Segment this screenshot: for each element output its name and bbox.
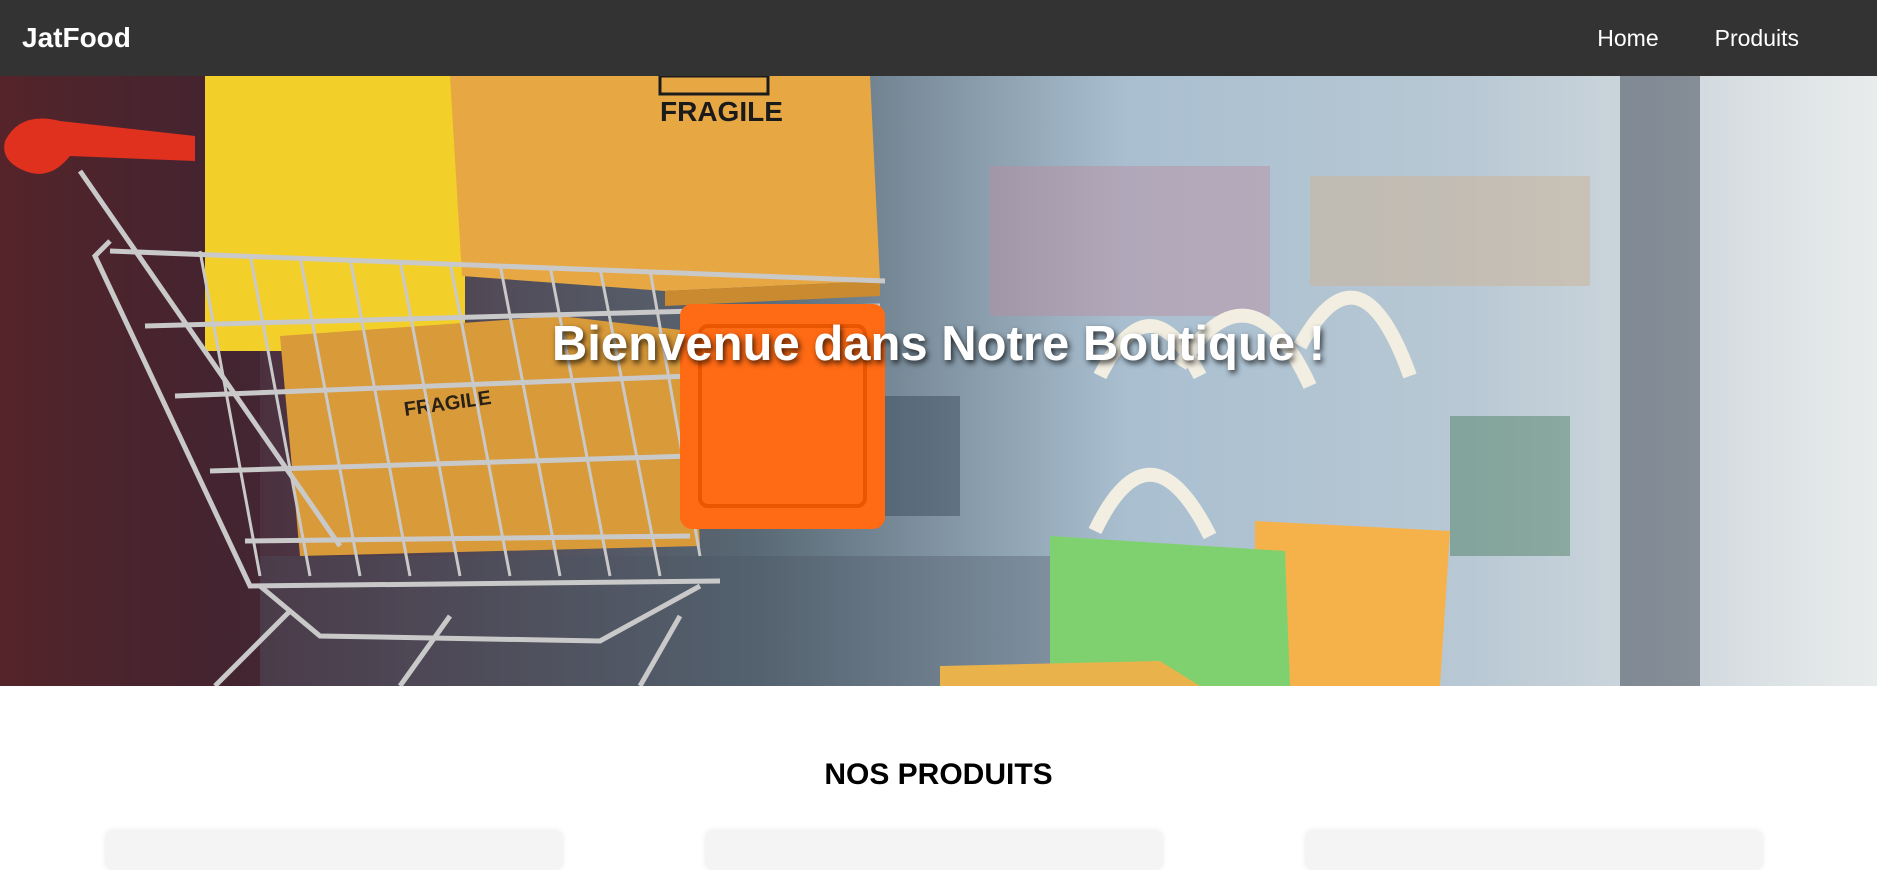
fragile-label-top: FRAGILE	[660, 96, 783, 127]
brand-logo[interactable]: JatFood	[22, 22, 131, 54]
hero-title: Bienvenue dans Notre Boutique !	[551, 317, 1326, 371]
products-section-title: NOS PRODUITS	[824, 758, 1053, 791]
hero-image: FRAGILE FRAGILE	[0, 76, 1700, 686]
navbar: JatFood Home Produits	[0, 0, 1877, 76]
product-card[interactable]	[1305, 830, 1763, 870]
hero-banner: FRAGILE FRAGILE Bienvenue dans Notre Bou…	[0, 76, 1877, 686]
product-card[interactable]	[105, 830, 563, 870]
product-card[interactable]	[705, 830, 1163, 870]
nav-link-home[interactable]: Home	[1597, 25, 1658, 52]
yellow-box	[205, 76, 465, 351]
nav-links: Home Produits	[1597, 25, 1799, 52]
nav-link-produits[interactable]: Produits	[1715, 25, 1799, 52]
